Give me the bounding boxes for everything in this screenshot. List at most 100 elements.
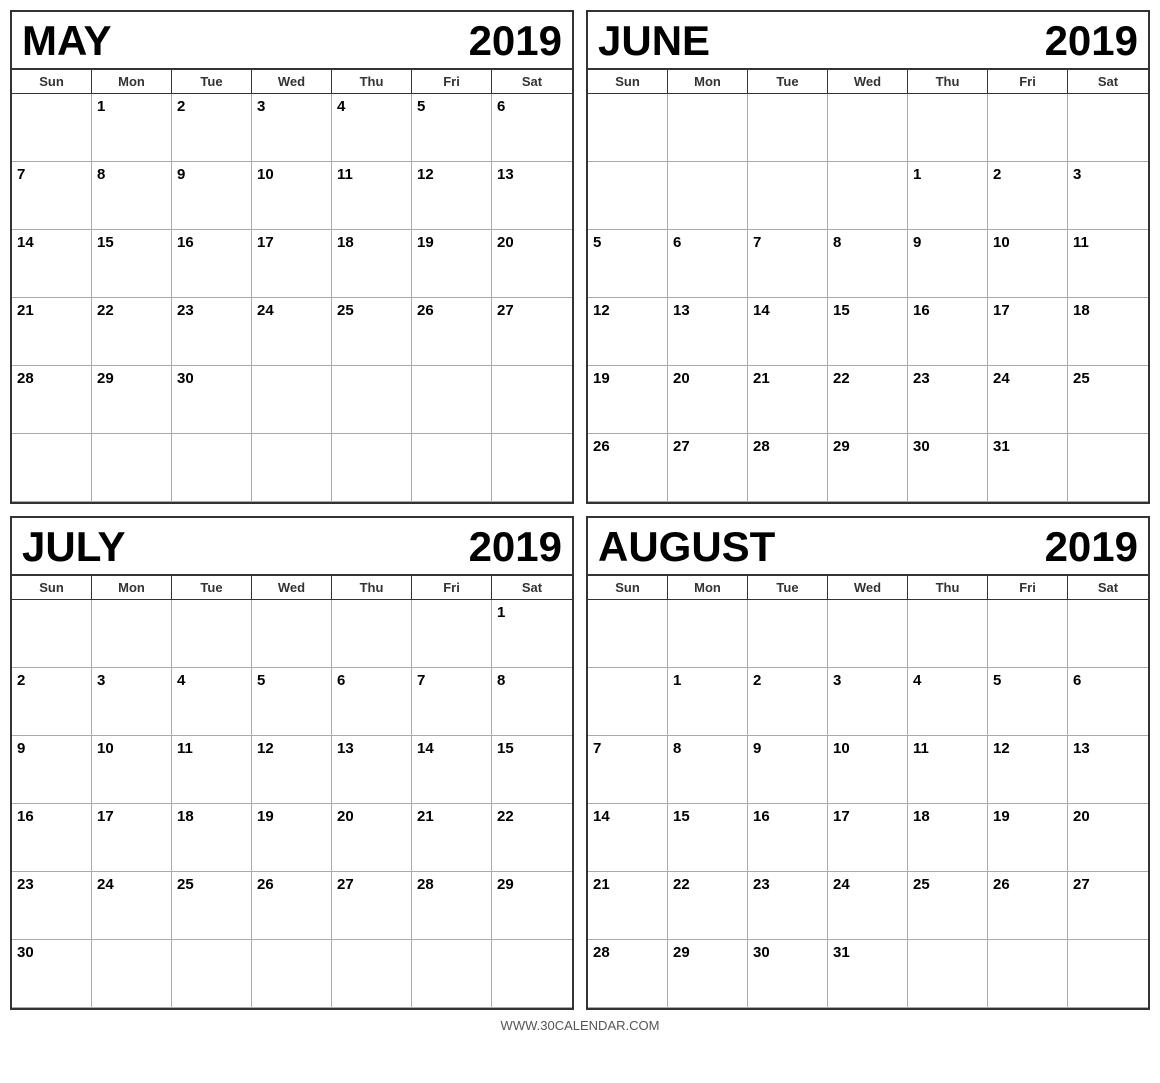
cal-cell: 11: [1068, 230, 1148, 298]
cal-cell: [412, 600, 492, 668]
day-name-mon: Mon: [92, 576, 172, 599]
calendar-august-2019: AUGUST2019SunMonTueWedThuFriSat 12345678…: [586, 516, 1150, 1010]
cal-year-june-2019: 2019: [1045, 20, 1138, 62]
cal-cell: 30: [172, 366, 252, 434]
cal-cell: 23: [908, 366, 988, 434]
cal-cells-july-2019: 1234567891011121314151617181920212223242…: [12, 600, 572, 1008]
day-name-thu: Thu: [332, 70, 412, 93]
cal-cell: 11: [332, 162, 412, 230]
cal-cell: 5: [252, 668, 332, 736]
day-name-sun: Sun: [12, 576, 92, 599]
cal-cell: 2: [172, 94, 252, 162]
day-name-sat: Sat: [492, 70, 572, 93]
cal-cell: 28: [588, 940, 668, 1008]
cal-cell: [828, 94, 908, 162]
cal-cell: 12: [252, 736, 332, 804]
cal-cell: [252, 600, 332, 668]
day-name-tue: Tue: [172, 576, 252, 599]
cal-cell: 9: [748, 736, 828, 804]
cal-cell: 15: [668, 804, 748, 872]
day-name-fri: Fri: [988, 576, 1068, 599]
cal-cell: 13: [332, 736, 412, 804]
calendars-grid: MAY2019SunMonTueWedThuFriSat 12345678910…: [10, 10, 1150, 1010]
day-name-wed: Wed: [252, 576, 332, 599]
cal-cell: 26: [988, 872, 1068, 940]
cal-cell: 4: [172, 668, 252, 736]
cal-cell: 2: [748, 668, 828, 736]
cal-cell: 12: [588, 298, 668, 366]
cal-month-june-2019: JUNE: [598, 20, 710, 62]
cal-cell: 8: [828, 230, 908, 298]
cal-cell: [588, 162, 668, 230]
day-name-tue: Tue: [748, 576, 828, 599]
cal-cell: 24: [828, 872, 908, 940]
day-name-sat: Sat: [492, 576, 572, 599]
day-name-tue: Tue: [748, 70, 828, 93]
cal-cell: 5: [988, 668, 1068, 736]
cal-cell: 13: [668, 298, 748, 366]
cal-cell: [252, 940, 332, 1008]
cal-cell: [172, 940, 252, 1008]
cal-cell: 7: [12, 162, 92, 230]
cal-header-june-2019: JUNE 2019: [588, 12, 1148, 70]
day-name-sat: Sat: [1068, 576, 1148, 599]
day-name-sat: Sat: [1068, 70, 1148, 93]
cal-cell: 1: [908, 162, 988, 230]
cal-cell: 27: [492, 298, 572, 366]
cal-cell: 28: [12, 366, 92, 434]
cal-cell: 17: [988, 298, 1068, 366]
cal-cell: [1068, 434, 1148, 502]
cal-cell: [1068, 940, 1148, 1008]
cal-cell: 10: [92, 736, 172, 804]
cal-cell: 26: [588, 434, 668, 502]
cal-cell: [988, 600, 1068, 668]
cal-cell: 20: [1068, 804, 1148, 872]
cal-cell: [332, 600, 412, 668]
cal-cell: 10: [828, 736, 908, 804]
day-name-fri: Fri: [412, 576, 492, 599]
cal-cell: 16: [172, 230, 252, 298]
day-name-mon: Mon: [668, 576, 748, 599]
cal-year-july-2019: 2019: [469, 526, 562, 568]
cal-cell: [748, 600, 828, 668]
cal-cell: 3: [828, 668, 908, 736]
cal-cell: [988, 940, 1068, 1008]
cal-cell: [588, 94, 668, 162]
cal-cell: 15: [828, 298, 908, 366]
cal-cell: 15: [492, 736, 572, 804]
cal-cell: 8: [92, 162, 172, 230]
cal-cell: 8: [492, 668, 572, 736]
cal-cell: [588, 600, 668, 668]
cal-cell: 28: [412, 872, 492, 940]
cal-cell: 22: [828, 366, 908, 434]
cal-cell: 6: [1068, 668, 1148, 736]
cal-cell: [668, 600, 748, 668]
cal-cell: 1: [668, 668, 748, 736]
cal-cell: 30: [12, 940, 92, 1008]
cal-cell: [828, 600, 908, 668]
cal-cell: 11: [172, 736, 252, 804]
cal-cell: 14: [412, 736, 492, 804]
cal-cell: 1: [492, 600, 572, 668]
cal-cell: [908, 94, 988, 162]
cal-cell: [1068, 94, 1148, 162]
cal-cell: 5: [412, 94, 492, 162]
day-name-fri: Fri: [412, 70, 492, 93]
day-name-thu: Thu: [332, 576, 412, 599]
cal-cell: [92, 600, 172, 668]
day-name-sun: Sun: [588, 576, 668, 599]
cal-cell: 4: [908, 668, 988, 736]
cal-cell: 22: [492, 804, 572, 872]
cal-cell: [988, 94, 1068, 162]
cal-cells-may-2019: 1234567891011121314151617181920212223242…: [12, 94, 572, 502]
cal-cell: [492, 434, 572, 502]
cal-header-july-2019: JULY2019: [12, 518, 572, 576]
cal-cell: 29: [828, 434, 908, 502]
cal-cell: 9: [172, 162, 252, 230]
cal-cell: 30: [908, 434, 988, 502]
cal-cell: 14: [588, 804, 668, 872]
cal-cell: 18: [908, 804, 988, 872]
cal-cell: [12, 600, 92, 668]
cal-cell: 8: [668, 736, 748, 804]
cal-cell: 14: [748, 298, 828, 366]
